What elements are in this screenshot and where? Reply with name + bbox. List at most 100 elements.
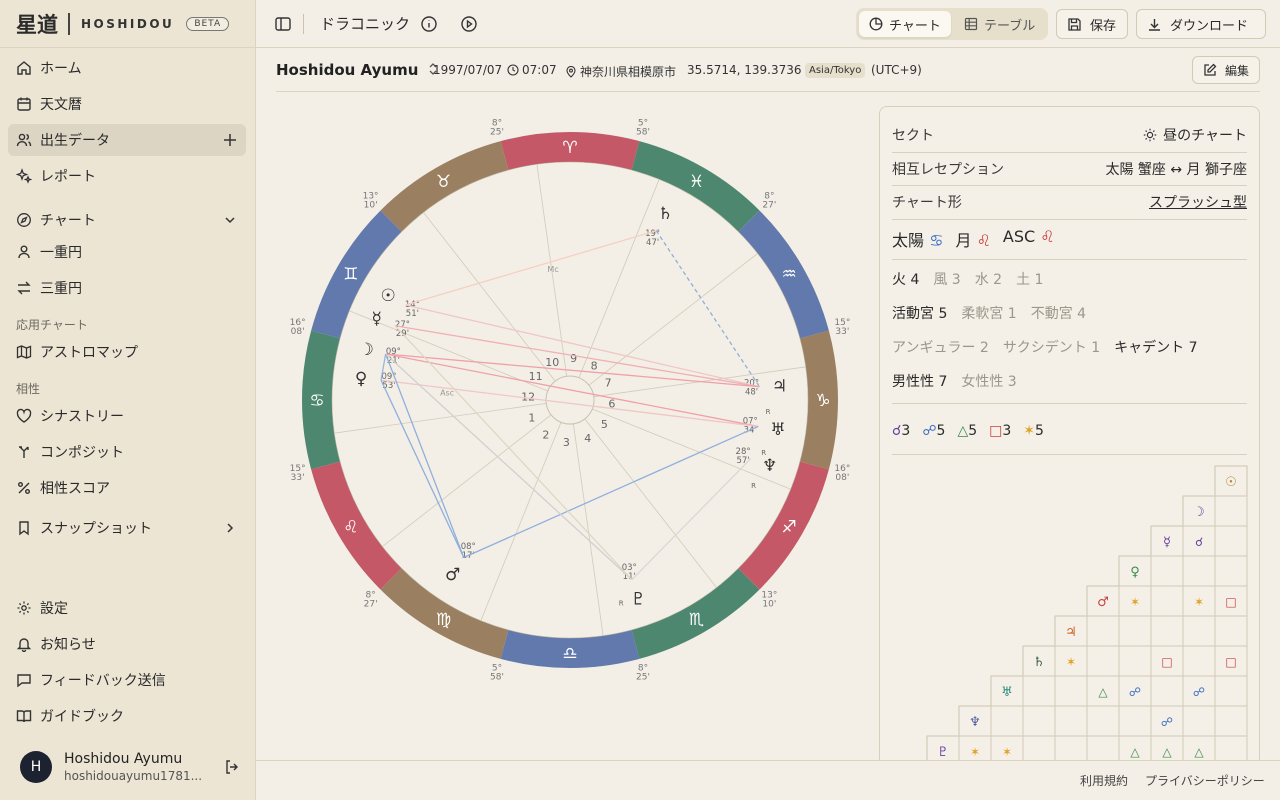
chevron-right-icon[interactable]: [222, 520, 238, 536]
cusp-minute: 25': [490, 128, 504, 138]
sparkles-icon: [16, 168, 32, 184]
planet-glyph[interactable]: ♇: [631, 590, 646, 610]
cusp-minute: 10': [364, 201, 378, 211]
house-number: 4: [584, 432, 591, 445]
grid-cell: [1214, 525, 1248, 557]
aspect-glyph-icon: ☍: [1193, 685, 1205, 699]
sidebar-item-ephemeris[interactable]: 天文暦: [8, 88, 246, 120]
sidebar-item-label: 相性スコア: [40, 481, 110, 497]
house-number: 2: [542, 428, 549, 441]
aspect-glyph-icon: ☌: [1195, 535, 1203, 549]
house-number: 5: [601, 418, 608, 431]
section-applied-charts: 応用チャート: [16, 318, 88, 332]
house-number: 3: [563, 436, 570, 449]
planet-glyph-icon: ☽: [1193, 505, 1205, 520]
grid-cell: [1182, 705, 1216, 737]
sidebar-item-feedback[interactable]: フィードバック送信: [8, 664, 246, 696]
sidebar-item-home[interactable]: ホーム: [8, 52, 246, 84]
cusp-minute: 08': [291, 327, 305, 337]
users-icon: [16, 132, 32, 148]
edit-icon: [1204, 63, 1217, 76]
sidebar-item-reports[interactable]: レポート: [8, 160, 246, 192]
user-icon: [16, 244, 32, 260]
grid-cell: [1022, 705, 1056, 737]
privacy-link[interactable]: プライバシーポリシー: [1145, 772, 1265, 789]
house-number: 11: [529, 370, 543, 383]
logout-icon[interactable]: [224, 759, 240, 775]
chart-subject-bar: Hoshidou Ayumu 1997/07/07 07:07 神奈川県相模原市…: [276, 56, 1260, 92]
grid-cell: [1214, 675, 1248, 707]
cusp-minute: 08': [835, 473, 849, 483]
gear-icon: [16, 600, 32, 616]
sidebar-item-astromap[interactable]: アストロマップ: [8, 336, 246, 368]
planet-glyph[interactable]: ♅: [770, 420, 785, 440]
download-button[interactable]: ダウンロード: [1136, 9, 1266, 39]
brand[interactable]: 星道 HOSHIDOU BETA: [0, 0, 255, 48]
coordinates: 35.5714, 139.3736: [687, 63, 802, 77]
sidebar-item-label: 設定: [40, 601, 68, 617]
percent-icon: [16, 480, 32, 496]
sidebar-item-label: お知らせ: [40, 637, 96, 653]
sign-glyph: ♑: [815, 391, 830, 411]
avatar: H: [20, 751, 52, 783]
sign-glyph: ♊: [343, 265, 358, 285]
sign-glyph: ♐: [781, 518, 796, 538]
center-circle: [545, 375, 595, 425]
planet-glyph[interactable]: ☿: [371, 309, 381, 329]
plus-icon[interactable]: [222, 132, 238, 148]
chevron-down-icon[interactable]: [222, 212, 238, 228]
aspect-glyph-icon: ✶: [1194, 595, 1204, 609]
sidebar-item-label: 天文暦: [40, 97, 82, 113]
timezone-badge: Asia/Tokyo: [805, 63, 866, 78]
play-icon[interactable]: [460, 15, 478, 33]
sidebar-item-snapshots[interactable]: スナップショット: [8, 512, 246, 544]
grid-cell: [1182, 555, 1216, 587]
planet-glyph-icon: ♃: [1065, 625, 1077, 640]
sidebar-item-birth-data[interactable]: 出生データ: [8, 124, 246, 156]
aspect-glyph-icon: ☍: [1161, 715, 1173, 729]
terms-link[interactable]: 利用規約: [1080, 772, 1128, 789]
subject-selector[interactable]: Hoshidou Ayumu: [276, 61, 438, 79]
brand-name: HOSHIDOU: [81, 16, 175, 31]
sidebar-item-compat-score[interactable]: 相性スコア: [8, 472, 246, 504]
planet-glyph-icon: ☿: [1163, 535, 1171, 550]
compass-icon: [16, 212, 32, 228]
sign-glyph: ♌: [343, 518, 358, 538]
sidebar-item-triple-wheel[interactable]: 三重円: [8, 272, 246, 304]
house-number: 1: [528, 412, 535, 425]
sidebar-item-guidebook[interactable]: ガイドブック: [8, 700, 246, 732]
brand-divider: [68, 12, 70, 35]
sidebar-toggle-icon[interactable]: [274, 15, 292, 33]
planet-glyph[interactable]: ♆: [762, 456, 777, 476]
house-number: 12: [521, 390, 535, 403]
user-profile[interactable]: H Hoshidou Ayumu hoshidouayumu1781...: [20, 750, 240, 784]
sidebar-item-synastry[interactable]: シナストリー: [8, 400, 246, 432]
tab-chart[interactable]: チャート: [859, 11, 951, 37]
sidebar-item-single-wheel[interactable]: 一重円: [8, 236, 246, 268]
sidebar-item-charts[interactable]: チャート: [8, 204, 246, 236]
subject-name: Hoshidou Ayumu: [276, 61, 419, 79]
planet-glyph[interactable]: ♃: [772, 376, 787, 396]
sidebar-item-notifications[interactable]: お知らせ: [8, 628, 246, 660]
edit-button[interactable]: 編集: [1191, 56, 1260, 84]
sidebar-item-settings[interactable]: 設定: [8, 592, 246, 624]
sign-glyph: ♋: [309, 391, 324, 411]
info-icon[interactable]: [420, 15, 438, 33]
sidebar-item-label: コンポジット: [40, 445, 124, 461]
cusp-minute: 27': [762, 201, 776, 211]
planet-glyph[interactable]: ♄: [658, 204, 673, 224]
sidebar-item-label: ホーム: [40, 61, 82, 77]
retrograde-mark: R: [619, 599, 624, 607]
natal-chart-wheel[interactable]: ♈♉♊♋♌♍♎♏♐♑♒♓123 4567891011128°25'5°58'8°2…: [280, 110, 860, 690]
save-button[interactable]: 保存: [1056, 9, 1128, 39]
sidebar-item-composite[interactable]: コンポジット: [8, 436, 246, 468]
sidebar: 星道 HOSHIDOU BETA ホーム 天文暦 出生データ レポート チャート…: [0, 0, 256, 800]
planet-glyph[interactable]: ♀: [355, 369, 367, 389]
planet-glyph[interactable]: ☉: [381, 286, 396, 306]
arrows-icon: [16, 280, 32, 296]
planet-glyph[interactable]: ♂: [445, 565, 460, 585]
planet-glyph[interactable]: ☽: [359, 340, 374, 360]
tab-table[interactable]: テーブル: [954, 11, 1046, 37]
aspect-glyph-icon: ✶: [1130, 595, 1140, 609]
sign-glyph: ♎: [562, 644, 577, 664]
